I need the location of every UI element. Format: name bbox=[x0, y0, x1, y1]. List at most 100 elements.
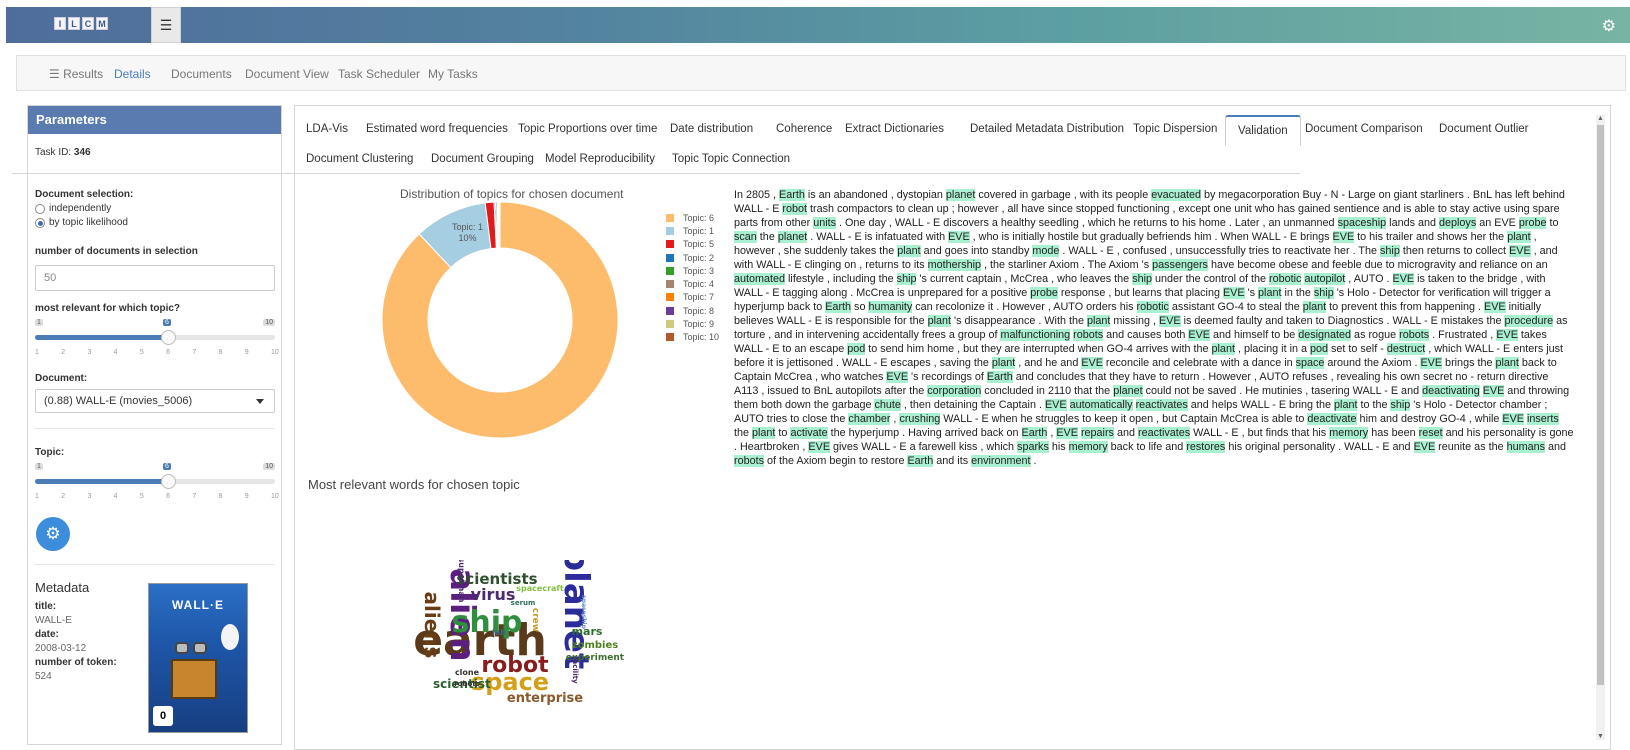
meta-tokens-label: number of token: bbox=[35, 657, 117, 668]
highlighted-word: EVE bbox=[1420, 357, 1443, 369]
highlighted-word: restores bbox=[1186, 441, 1226, 453]
tab-topic-topic-connection[interactable]: Topic Topic Connection bbox=[660, 145, 802, 173]
highlighted-word: EVE bbox=[1188, 329, 1210, 341]
nav-my-tasks[interactable]: My Tasks bbox=[428, 67, 478, 81]
text-segment: WALL - E , but finds that his bbox=[1190, 427, 1330, 439]
tab-topic-proportions-over-time[interactable]: Topic Proportions over time bbox=[506, 115, 669, 143]
legend-item[interactable]: Topic: 6 bbox=[666, 211, 719, 224]
apply-settings-button[interactable]: ⚙ bbox=[36, 517, 70, 551]
tab-document-outlier[interactable]: Document Outlier bbox=[1427, 115, 1540, 143]
slider-tick-label: 3 bbox=[87, 349, 92, 356]
legend-item[interactable]: Topic: 7 bbox=[666, 291, 719, 304]
highlighted-word: units bbox=[813, 217, 837, 229]
gear-icon[interactable]: ⚙ bbox=[1602, 16, 1616, 36]
radio-by-topic-likelihood[interactable]: by topic likelihood bbox=[35, 217, 128, 228]
scroll-down-icon[interactable]: ▼ bbox=[1596, 733, 1605, 740]
relevant-topic-slider[interactable]: 1 6 10 1 2 3 4 5 6 7 8 9 10 bbox=[35, 319, 279, 359]
highlighted-word: plant bbox=[1334, 399, 1358, 411]
legend-item[interactable]: Topic: 2 bbox=[666, 251, 719, 264]
highlighted-word: deactivating bbox=[1422, 385, 1480, 397]
text-segment: to bbox=[775, 427, 791, 439]
slider-tick-label: 4 bbox=[113, 349, 118, 356]
slider-handle[interactable] bbox=[161, 474, 176, 489]
text-segment: response , but learns that placing bbox=[1057, 287, 1223, 299]
legend-item[interactable]: Topic: 8 bbox=[666, 304, 719, 317]
ndocs-input[interactable]: 50 bbox=[35, 265, 275, 291]
radio-independently[interactable]: independently bbox=[35, 203, 111, 214]
tab-document-clustering[interactable]: Document Clustering bbox=[294, 145, 425, 173]
slider-tick-label: 9 bbox=[244, 493, 249, 500]
tab-detailed-metadata-distribution[interactable]: Detailed Metadata Distribution bbox=[958, 115, 1136, 143]
highlighted-word: EVE bbox=[1484, 301, 1506, 313]
legend-swatch bbox=[666, 266, 674, 275]
topic-slider[interactable]: 1 6 10 1 2 3 4 5 6 7 8 9 10 bbox=[35, 463, 279, 503]
radio-circle-selected[interactable] bbox=[35, 217, 45, 228]
highlighted-word: chamber bbox=[848, 413, 891, 425]
hamburger-icon[interactable]: ☰ bbox=[151, 7, 181, 43]
highlighted-word: automated bbox=[734, 273, 786, 285]
scrollbar-thumb[interactable] bbox=[1597, 125, 1604, 685]
tab-date-distribution[interactable]: Date distribution bbox=[658, 115, 765, 143]
divider bbox=[34, 428, 274, 429]
text-segment: , dystopian bbox=[887, 189, 946, 201]
highlighted-word: plant bbox=[1495, 357, 1519, 369]
highlighted-word: EVE bbox=[1332, 231, 1355, 243]
nav-task-scheduler[interactable]: Task Scheduler bbox=[338, 67, 420, 81]
radio-circle[interactable] bbox=[35, 203, 45, 214]
topic-label: Topic: bbox=[35, 447, 65, 458]
nav-document-view[interactable]: Document View bbox=[245, 67, 329, 81]
text-segment: , then detaining the Captain . bbox=[900, 399, 1045, 411]
cloud-word: serum bbox=[511, 599, 536, 607]
text-segment: , who is initially hostile but gradually… bbox=[969, 231, 1333, 243]
highlighted-word: reactivates bbox=[1137, 427, 1191, 439]
tab-validation[interactable]: Validation bbox=[1225, 115, 1301, 146]
slider-tick-label: 6 bbox=[166, 349, 171, 356]
slider-fill bbox=[35, 479, 168, 484]
slider-ticks: 1 2 3 4 5 6 7 8 9 10 bbox=[35, 349, 279, 359]
legend-item[interactable]: Topic: 5 bbox=[666, 238, 719, 251]
scrollbar[interactable]: ▲ ▼ bbox=[1596, 115, 1605, 740]
legend-item[interactable]: Topic: 9 bbox=[666, 317, 719, 330]
nav-results[interactable]: ☰ Results bbox=[49, 67, 103, 81]
highlighted-word: EVE bbox=[1392, 273, 1415, 285]
document-select[interactable]: (0.88) WALL-E (movies_5006) bbox=[35, 389, 275, 413]
slider-handle[interactable] bbox=[161, 330, 176, 345]
text-segment: the bbox=[756, 231, 778, 243]
highlighted-word: robotic bbox=[1136, 301, 1169, 313]
cloud-word: robots bbox=[454, 680, 480, 688]
text-segment: 's recordings of bbox=[908, 371, 987, 383]
highlighted-word: Earth bbox=[825, 301, 852, 313]
text-segment: covered in garbage , with its people bbox=[975, 189, 1152, 201]
cloud-word: facility bbox=[571, 656, 579, 683]
tab-estimated-word-frequencies[interactable]: Estimated word frequencies bbox=[354, 115, 520, 143]
legend-item[interactable]: Topic: 1 bbox=[666, 224, 719, 237]
tab-document-comparison[interactable]: Document Comparison bbox=[1293, 115, 1435, 143]
tab-lda-vis[interactable]: LDA-Vis bbox=[294, 115, 360, 143]
cloud-word: enterprise bbox=[507, 691, 583, 706]
nav-documents[interactable]: Documents bbox=[171, 67, 232, 81]
highlighted-word: spaceship bbox=[1337, 217, 1387, 229]
tab-topic-dispersion[interactable]: Topic Dispersion bbox=[1121, 115, 1229, 143]
app-logo[interactable]: ILCM bbox=[54, 17, 108, 30]
legend-swatch bbox=[666, 213, 674, 222]
tab-document-grouping[interactable]: Document Grouping bbox=[419, 145, 546, 173]
legend-item[interactable]: Topic: 4 bbox=[666, 277, 719, 290]
text-segment: the bbox=[734, 427, 753, 439]
text-segment: assistant GO-4 to steal the bbox=[1168, 301, 1303, 313]
legend-item[interactable]: Topic: 10 bbox=[666, 331, 719, 344]
highlighted-word: EVE bbox=[1222, 287, 1245, 299]
nav-details[interactable]: Details bbox=[114, 67, 151, 81]
highlighted-word: sparks bbox=[1017, 441, 1049, 453]
tab-extract-dictionaries[interactable]: Extract Dictionaries bbox=[833, 115, 956, 143]
highlighted-word: mode bbox=[1032, 245, 1060, 257]
text-segment: . bbox=[1030, 455, 1037, 467]
slider-value: 6 bbox=[163, 463, 171, 470]
scroll-up-icon[interactable]: ▲ bbox=[1596, 115, 1605, 122]
legend-item[interactable]: Topic: 3 bbox=[666, 264, 719, 277]
highlighted-word: pod bbox=[847, 343, 866, 355]
text-segment: and goes into standby bbox=[920, 245, 1033, 257]
nav-bar: ☰ Results Details Documents Document Vie… bbox=[16, 55, 1626, 91]
tab-model-reproducibility[interactable]: Model Reproducibility bbox=[533, 145, 667, 173]
text-segment: and bbox=[1545, 441, 1567, 453]
cloud-word: zombies bbox=[572, 640, 618, 651]
